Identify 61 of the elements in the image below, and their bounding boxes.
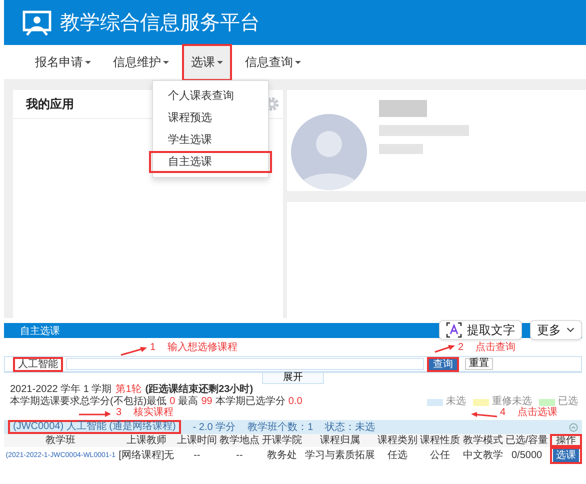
status-label: 状态：未选 bbox=[325, 420, 376, 434]
column-header: 教学地点 bbox=[218, 434, 261, 447]
credits-label: - 2.0 学分 bbox=[192, 421, 236, 434]
time-remaining: (距选课结束还剩23小时) bbox=[145, 384, 254, 396]
table-cell: 教务处 bbox=[260, 447, 304, 464]
table-cell: 公任 bbox=[418, 447, 462, 464]
step-number: 2 bbox=[458, 343, 464, 353]
panel-title: 我的应用 bbox=[26, 96, 74, 112]
table-cell: 任选 bbox=[376, 447, 419, 464]
credit-value: 0.0 bbox=[288, 396, 302, 408]
reset-button[interactable]: 重置 bbox=[465, 358, 493, 370]
toolbar-button[interactable]: 提取文字 bbox=[439, 320, 522, 340]
step-number: 3 bbox=[116, 408, 122, 418]
nav-menu-item[interactable]: 报名申请 bbox=[26, 44, 100, 80]
select-course-button[interactable]: 选课 bbox=[552, 449, 579, 462]
column-header: 课程类别 bbox=[376, 434, 419, 447]
menu-item[interactable]: 个人课表查询 bbox=[153, 85, 268, 107]
credit-value: 99 bbox=[201, 396, 212, 408]
table-cell: 0/5000 bbox=[504, 447, 550, 464]
expand-tab[interactable]: 展开 bbox=[262, 373, 324, 384]
column-header: 教学模式 bbox=[462, 434, 504, 447]
toolbar-button[interactable]: 更多 bbox=[530, 320, 582, 340]
step-number: 4 bbox=[500, 408, 506, 418]
nav-menu-item[interactable]: 信息查询 bbox=[236, 44, 310, 80]
column-header: 上课教师 bbox=[117, 434, 176, 447]
credit-label: 本学期已选学分 bbox=[215, 396, 286, 408]
table-cell: -- bbox=[218, 447, 261, 464]
column-header: 课程归属 bbox=[303, 434, 376, 447]
step-number: 1 bbox=[150, 343, 156, 353]
round-label: 第1轮 bbox=[116, 384, 142, 396]
credit-value: 0 bbox=[170, 396, 176, 408]
annotation-text: 点击选课 bbox=[518, 408, 558, 418]
class-count: 教学班个数：1 bbox=[248, 420, 314, 434]
menu-item[interactable]: 学生选课 bbox=[153, 129, 268, 151]
credit-requirement-label: 本学期选课要求总学分(不包括)最低 bbox=[10, 396, 167, 407]
column-header: 上课时间 bbox=[176, 434, 218, 447]
menu-item[interactable]: 课程预选 bbox=[153, 107, 268, 129]
column-header: 课程性质 bbox=[418, 434, 462, 447]
site-title: 教学综合信息服务平台 bbox=[60, 11, 260, 36]
annotation-text: 核实课程 bbox=[134, 408, 174, 418]
nav-menu-item[interactable]: 选课 bbox=[182, 44, 232, 80]
annotation-text: 输入想选修课程 bbox=[168, 343, 238, 353]
column-header: 教学班 bbox=[4, 434, 118, 447]
table-cell: -- bbox=[176, 447, 218, 464]
table-cell: [网络课程]无 bbox=[117, 447, 176, 464]
query-button[interactable]: 查询 bbox=[427, 356, 459, 372]
menu-item[interactable]: 自主选课 bbox=[149, 151, 272, 173]
credit-label: 最高 bbox=[178, 396, 198, 408]
legend-label: 已选 bbox=[558, 396, 578, 408]
table-cell: 中文教学 bbox=[462, 447, 504, 464]
term-label: 2021-2022 学年 1 学期 bbox=[10, 384, 112, 396]
legend-label: 重修未选 bbox=[492, 396, 532, 407]
legend-label: 未选 bbox=[446, 396, 466, 408]
nav-menu-item[interactable]: 信息维护 bbox=[104, 44, 178, 80]
course-title[interactable]: (JWC0004) 人工智能 (通是网络课程) bbox=[8, 420, 181, 434]
page-title: 自主选课 bbox=[20, 324, 60, 338]
annotation-text: 点击查询 bbox=[476, 343, 516, 353]
column-header: 开课学院 bbox=[260, 434, 304, 447]
column-header: 已选/容量 bbox=[504, 434, 550, 447]
table-cell: 学习与素质拓展 bbox=[303, 447, 376, 464]
search-field[interactable]: 人工智能 bbox=[13, 356, 63, 372]
